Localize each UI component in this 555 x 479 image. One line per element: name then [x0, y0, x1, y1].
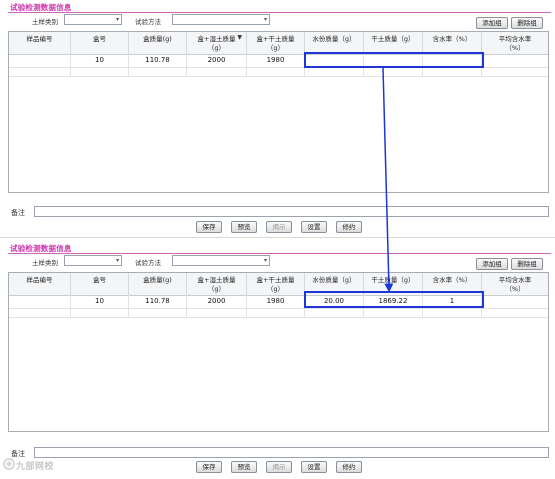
show-button[interactable]: 揭示 [266, 461, 292, 473]
empty-cell [247, 308, 305, 317]
empty-cell [129, 308, 187, 317]
settings-button[interactable]: 设置 [301, 461, 327, 473]
empty-cell [364, 308, 423, 317]
save-button[interactable]: 保存 [196, 461, 222, 473]
settings-button[interactable]: 设置 [301, 221, 327, 233]
empty-cell [247, 67, 305, 76]
show-button[interactable]: 揭示 [266, 221, 292, 233]
cell-box-wet-soil-mass[interactable]: 2000 [187, 54, 247, 67]
cell-avg-water-content[interactable] [482, 295, 548, 308]
col-box-wet-soil-mass[interactable]: 盒+湿土质量 （g） [187, 273, 247, 295]
empty-cell [423, 308, 482, 317]
revise-button[interactable]: 修约 [336, 221, 362, 233]
panel-after: 试验检测数据信息 土样类别 ▾ 试验方法 ▾ 添加组 删除组 样品编号 盒号 盒… [0, 240, 555, 479]
col-avg-water-content[interactable]: 平均含水率 （%） [482, 273, 548, 295]
empty-cell [305, 308, 364, 317]
watermark-logo-icon [3, 458, 15, 470]
col-sample-number[interactable]: 样品编号 [9, 273, 71, 295]
test-method-select[interactable]: ▾ [172, 14, 270, 25]
empty-cell [364, 67, 423, 76]
section-title-underline [8, 12, 551, 13]
empty-cell [423, 67, 482, 76]
panel-before: 试验检测数据信息 土样类别 ▾ 试验方法 ▾ 添加组 删除组 样品编号 盒号 盒… [0, 0, 555, 240]
table-row-empty [9, 67, 548, 77]
soil-type-label: 土样类别 [32, 259, 58, 267]
empty-cell [305, 67, 364, 76]
add-group-button[interactable]: 添加组 [476, 258, 508, 270]
col-box-dry-soil-mass[interactable]: 盒+干土质量 （g） [247, 32, 305, 54]
soil-type-label: 土样类别 [32, 18, 58, 26]
empty-cell [129, 67, 187, 76]
delete-group-button[interactable]: 删除组 [511, 258, 543, 270]
add-group-button[interactable]: 添加组 [476, 17, 508, 29]
cell-box-mass[interactable]: 110.78 [129, 54, 187, 67]
preview-button[interactable]: 预览 [231, 221, 257, 233]
empty-cell [9, 67, 71, 76]
empty-cell [9, 308, 71, 317]
cell-box-dry-soil-mass[interactable]: 1980 [247, 295, 305, 308]
cell-box-wet-soil-mass[interactable]: 2000 [187, 295, 247, 308]
table-row-empty [9, 308, 548, 318]
preview-button[interactable]: 预览 [231, 461, 257, 473]
empty-cell [71, 67, 129, 76]
col-dry-soil-mass[interactable]: 干土质量（g） [364, 32, 423, 54]
notes-label: 备注 [11, 209, 25, 217]
cell-sample-number[interactable] [9, 54, 71, 67]
test-method-label: 试验方法 [135, 259, 161, 267]
delete-group-button[interactable]: 删除组 [511, 17, 543, 29]
test-method-select[interactable]: ▾ [172, 255, 270, 266]
chevron-down-icon: ▾ [263, 257, 267, 264]
section-title-underline [8, 253, 551, 254]
test-method-label: 试验方法 [135, 18, 161, 26]
col-avg-water-content[interactable]: 平均含水率 （%） [482, 32, 548, 54]
col-box-mass[interactable]: 盒质量(g) [129, 32, 187, 54]
cell-box-dry-soil-mass[interactable]: 1980 [247, 54, 305, 67]
chevron-down-icon: ▾ [115, 257, 119, 264]
cell-box-number[interactable]: 10 [71, 54, 129, 67]
cell-sample-number[interactable] [9, 295, 71, 308]
cell-avg-water-content[interactable] [482, 54, 548, 67]
col-box-mass[interactable]: 盒质量(g) [129, 273, 187, 295]
chevron-down-icon: ▾ [263, 16, 267, 23]
col-box-number[interactable]: 盒号 [71, 273, 129, 295]
col-box-number[interactable]: 盒号 [71, 32, 129, 54]
col-sample-number[interactable]: 样品编号 [9, 32, 71, 54]
save-button[interactable]: 保存 [196, 221, 222, 233]
col-box-dry-soil-mass[interactable]: 盒+干土质量 （g） [247, 273, 305, 295]
col-box-wet-soil-mass[interactable]: 盒+湿土质量 （g） ▼ [187, 32, 247, 54]
cell-box-mass[interactable]: 110.78 [129, 295, 187, 308]
col-water-content[interactable]: 含水率（%） [423, 32, 482, 54]
panel-separator [0, 237, 555, 238]
sort-icon: ▼ [237, 34, 242, 41]
notes-input[interactable] [34, 206, 549, 217]
notes-input[interactable] [34, 447, 549, 458]
highlight-box-empty-results [304, 52, 484, 68]
empty-cell [187, 308, 247, 317]
watermark-text: 九部网校 [16, 462, 55, 472]
cell-box-number[interactable]: 10 [71, 295, 129, 308]
empty-cell [71, 308, 129, 317]
empty-cell [187, 67, 247, 76]
revise-button[interactable]: 修约 [336, 461, 362, 473]
soil-type-select[interactable]: ▾ [64, 255, 122, 266]
col-water-mass[interactable]: 水份质量（g） [305, 32, 364, 54]
soil-type-select[interactable]: ▾ [64, 14, 122, 25]
highlight-box-filled-results [304, 291, 484, 308]
chevron-down-icon: ▾ [115, 16, 119, 23]
